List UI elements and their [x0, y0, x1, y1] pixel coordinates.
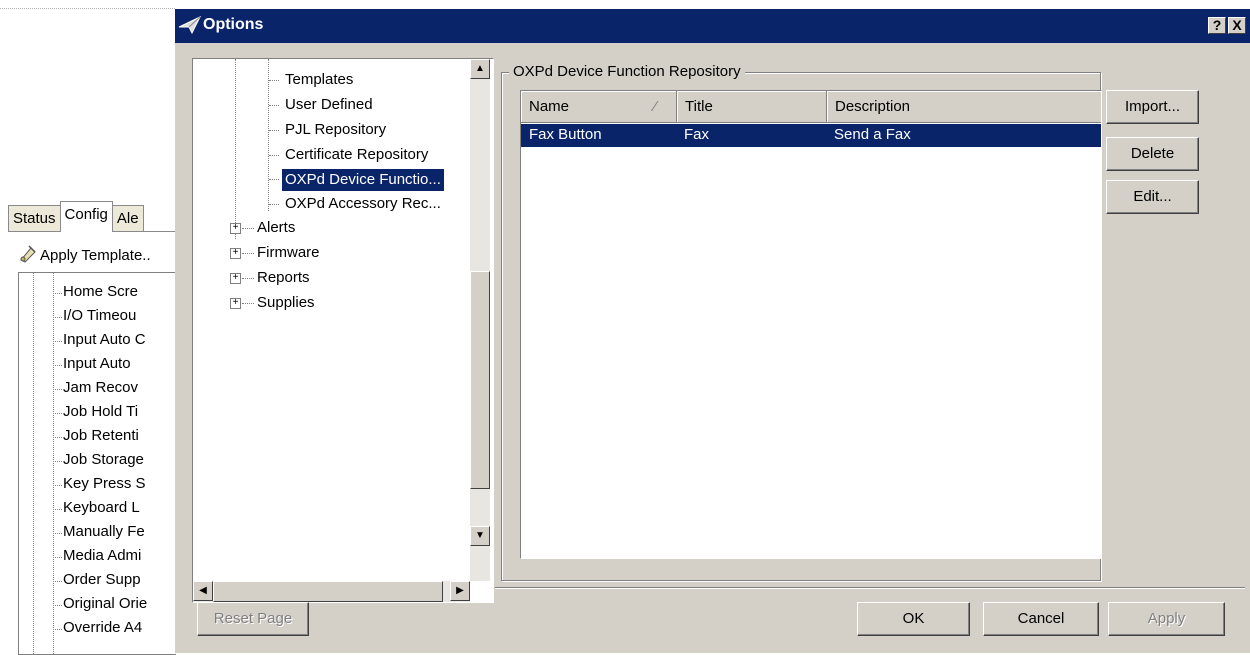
list-item[interactable]: Media Admi	[53, 547, 141, 564]
list-item[interactable]: I/O Timeou	[53, 307, 136, 324]
list-item[interactable]: Jam Recov	[53, 379, 138, 396]
tree-item-user-defined[interactable]: User Defined	[285, 94, 373, 116]
options-dialog: Options ? X Templates User Defined PJL R…	[175, 9, 1250, 653]
tree-item-supplies[interactable]: Supplies	[257, 292, 315, 314]
tree-item-reports[interactable]: Reports	[257, 267, 310, 289]
title-bar[interactable]: Options ? X	[175, 9, 1250, 43]
expand-firmware-icon[interactable]: +	[230, 248, 241, 259]
background-tabs: Status Config Ale	[8, 201, 144, 232]
tree-guide	[235, 59, 236, 239]
list-item[interactable]: Input Auto C	[53, 331, 146, 348]
scroll-right-icon[interactable]: ▶	[450, 581, 470, 601]
column-header-title[interactable]: Title	[677, 91, 827, 123]
list-item[interactable]: Override A4	[53, 619, 142, 636]
tab-config[interactable]: Config	[59, 201, 113, 232]
list-item[interactable]: Order Supp	[53, 571, 141, 588]
expand-alerts-icon[interactable]: +	[230, 223, 241, 234]
tree-item-firmware[interactable]: Firmware	[257, 242, 320, 264]
edit-button[interactable]: Edit...	[1106, 180, 1199, 214]
cell-title: Fax	[684, 126, 710, 143]
list-item[interactable]: Manually Fe	[53, 523, 145, 540]
tree-vertical-scrollbar[interactable]: ▲ ▼	[470, 59, 490, 581]
footer-separator	[495, 587, 1245, 589]
apply-template-button[interactable]: Apply Template..	[18, 243, 151, 267]
scroll-down-icon[interactable]: ▼	[470, 526, 490, 546]
repository-list[interactable]: Name ⁄ Title Description Fax Button Fax …	[520, 90, 1102, 559]
cancel-button[interactable]: Cancel	[983, 602, 1099, 636]
background-app: Status Config Ale Apply Template.. Home …	[0, 0, 176, 655]
tree-item-oxpd-accessory[interactable]: OXPd Accessory Rec...	[285, 193, 441, 215]
cell-name: Fax Button	[529, 126, 602, 143]
apply-button[interactable]: Apply	[1108, 602, 1225, 636]
tab-status[interactable]: Status	[8, 205, 61, 232]
import-button[interactable]: Import...	[1106, 90, 1199, 124]
tree-guide	[33, 273, 34, 654]
tree-guide	[53, 273, 54, 654]
apply-template-label: Apply Template..	[40, 246, 151, 264]
list-item[interactable]: Home Scre	[53, 283, 138, 300]
list-item[interactable]: Job Retenti	[53, 427, 139, 444]
list-item[interactable]: Input Auto	[53, 355, 131, 372]
tree-guide	[268, 59, 269, 211]
scroll-thumb[interactable]	[213, 581, 443, 602]
scroll-thumb[interactable]	[470, 271, 490, 489]
tab-alerts[interactable]: Ale	[111, 205, 144, 232]
scroll-up-icon[interactable]: ▲	[470, 59, 490, 79]
expand-supplies-icon[interactable]: +	[230, 298, 241, 309]
tree-horizontal-scrollbar[interactable]: ◀ ▶	[193, 581, 470, 602]
expand-reports-icon[interactable]: +	[230, 273, 241, 284]
list-item[interactable]: Key Press S	[53, 475, 146, 492]
ok-button[interactable]: OK	[857, 602, 970, 636]
list-item[interactable]: Job Hold Ti	[53, 403, 138, 420]
list-item[interactable]: Job Storage	[53, 451, 144, 468]
reset-page-button[interactable]: Reset Page	[197, 602, 309, 636]
tree-item-alerts[interactable]: Alerts	[257, 217, 295, 239]
delete-button[interactable]: Delete	[1106, 137, 1199, 171]
dialog-title: Options	[203, 16, 264, 33]
list-item[interactable]: Original Orie	[53, 595, 147, 612]
cell-description: Send a Fax	[834, 126, 911, 143]
sort-indicator-icon: ⁄	[654, 98, 657, 115]
scroll-left-icon[interactable]: ◀	[193, 581, 213, 601]
tree-item-pjl-repository[interactable]: PJL Repository	[285, 119, 386, 141]
table-row[interactable]: Fax Button Fax Send a Fax	[521, 124, 1101, 147]
tree-item-certificate-repository[interactable]: Certificate Repository	[285, 144, 428, 166]
options-tree[interactable]: Templates User Defined PJL Repository Ce…	[192, 58, 494, 603]
close-button[interactable]: X	[1228, 17, 1246, 34]
tree-item-oxpd-device-function[interactable]: OXPd Device Functio...	[281, 168, 445, 192]
help-button[interactable]: ?	[1208, 17, 1226, 34]
background-config-tree: Home Scre I/O Timeou Input Auto C Input …	[18, 272, 176, 655]
list-item[interactable]: Keyboard L	[53, 499, 140, 516]
column-header-name[interactable]: Name ⁄	[521, 91, 677, 123]
template-icon	[18, 243, 38, 267]
paper-plane-icon	[178, 15, 202, 39]
tree-item-templates[interactable]: Templates	[285, 69, 353, 91]
group-title: OXPd Device Function Repository	[509, 63, 745, 80]
column-header-description[interactable]: Description	[827, 91, 1101, 123]
